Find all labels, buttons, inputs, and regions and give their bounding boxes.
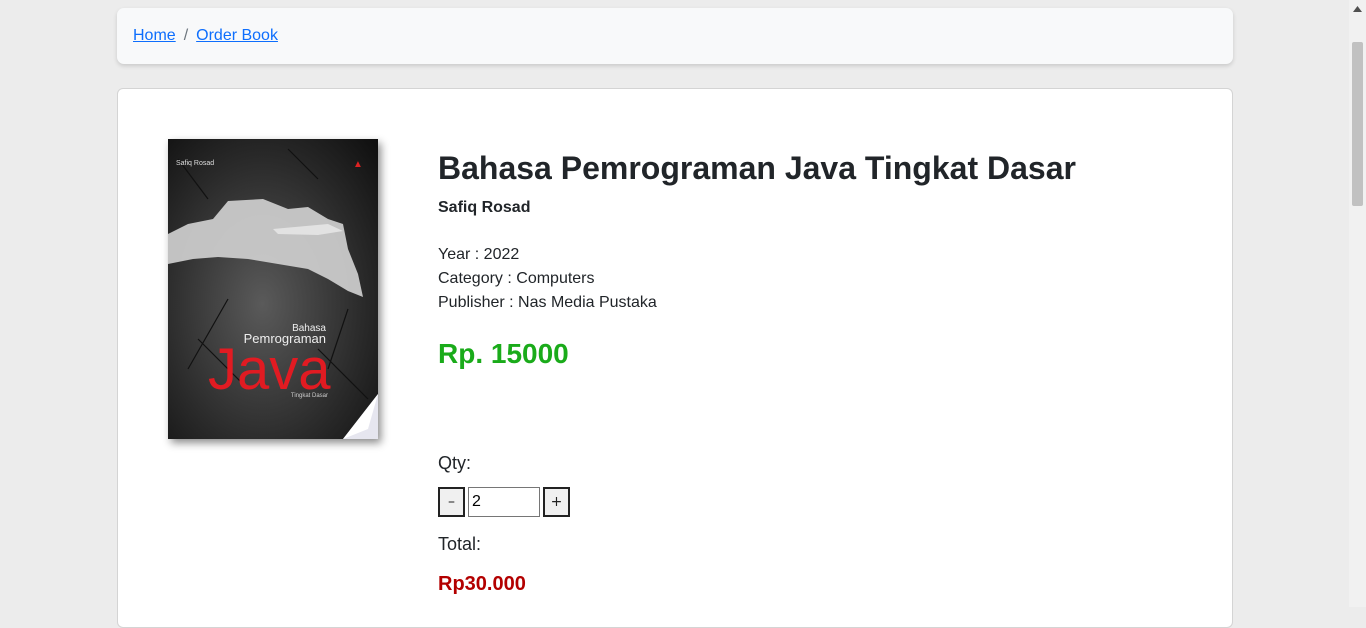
total-value: Rp30.000 (438, 573, 526, 595)
qty-input[interactable] (468, 487, 540, 517)
breadcrumb-home-link[interactable]: Home (133, 27, 176, 45)
book-publisher: Publisher : Nas Media Pustaka (438, 294, 657, 311)
quantity-stepper: – + (438, 487, 570, 517)
book-year: Year : 2022 (438, 246, 520, 263)
book-category: Category : Computers (438, 270, 595, 287)
book-detail-card: Safiq Rosad ▲ Bahasa Pemrograman Java Ti… (117, 88, 1233, 628)
book-title: Bahasa Pemrograman Java Tingkat Dasar (438, 150, 1076, 186)
cover-text-subtitle: Tingkat Dasar (291, 393, 328, 399)
breadcrumb-separator: / (183, 27, 189, 44)
page-scrollbar[interactable] (1349, 0, 1366, 607)
book-cover-image: Safiq Rosad ▲ Bahasa Pemrograman Java Ti… (168, 139, 378, 439)
scrollbar-thumb[interactable] (1352, 42, 1363, 206)
scroll-up-arrow-icon[interactable] (1349, 0, 1366, 17)
cover-author-text: Safiq Rosad (176, 160, 214, 167)
qty-label: Qty: (438, 453, 472, 473)
breadcrumb: Home / Order Book (117, 8, 1233, 64)
total-label: Total: (438, 534, 482, 554)
svg-text:▲: ▲ (353, 159, 363, 170)
book-author: Safiq Rosad (438, 199, 531, 216)
increase-qty-button[interactable]: + (543, 487, 570, 517)
book-price: Rp. 15000 (438, 338, 569, 369)
decrease-qty-button[interactable]: – (438, 487, 465, 517)
breadcrumb-order-book-link[interactable]: Order Book (196, 27, 278, 45)
